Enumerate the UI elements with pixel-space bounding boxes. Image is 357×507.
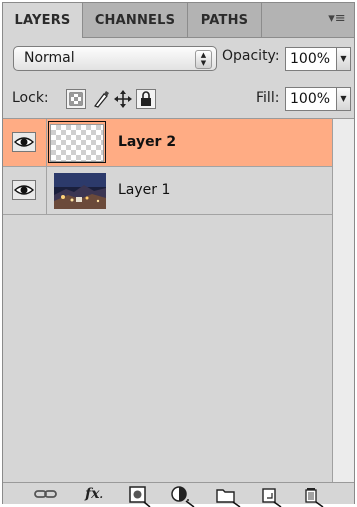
trash-icon[interactable] <box>301 485 327 507</box>
opacity-input[interactable]: 100% <box>285 47 337 71</box>
layer-thumbnail <box>54 173 106 209</box>
lock-all-icon[interactable] <box>136 89 156 109</box>
layer-name: Layer 2 <box>118 134 177 150</box>
layer-thumbnail <box>50 124 104 162</box>
tab-layers[interactable]: LAYERS <box>3 3 83 38</box>
lock-position-icon[interactable] <box>113 89 133 109</box>
tab-paths[interactable]: PATHS <box>188 3 262 37</box>
fill-label: Fill: <box>256 90 280 106</box>
new-group-icon[interactable] <box>214 485 242 507</box>
lock-label: Lock: <box>12 90 49 106</box>
layer-row[interactable]: Layer 1 <box>3 167 332 215</box>
layers-panel: LAYERS CHANNELS PATHS ▾≡ Normal ▲ ▼ Opaci… <box>2 2 355 507</box>
layers-scrollbar[interactable] <box>332 118 354 482</box>
tab-channels[interactable]: CHANNELS <box>83 3 188 37</box>
fx-icon[interactable]: fx. <box>79 485 109 503</box>
adjustment-layer-icon[interactable] <box>169 485 197 507</box>
visibility-cell <box>3 167 47 214</box>
opacity-dropdown-button[interactable]: ▼ <box>336 47 351 71</box>
layer-row[interactable]: Layer 2 <box>3 119 332 167</box>
layer-name: Layer 1 <box>118 182 171 198</box>
panel-tab-bar: LAYERS CHANNELS PATHS ▾≡ <box>3 3 354 38</box>
new-layer-icon[interactable] <box>259 485 285 507</box>
updown-arrows-icon: ▲ ▼ <box>195 50 212 69</box>
link-layers-icon[interactable] <box>33 485 59 503</box>
opacity-label: Opacity: <box>222 48 280 64</box>
lock-transparent-pixels-icon[interactable] <box>66 89 86 109</box>
eye-icon[interactable] <box>12 180 36 200</box>
visibility-cell <box>3 119 47 166</box>
eye-icon[interactable] <box>12 132 36 152</box>
fill-input[interactable]: 100% <box>285 87 337 111</box>
fill-dropdown-button[interactable]: ▼ <box>336 87 351 111</box>
add-mask-icon[interactable] <box>127 485 151 507</box>
layers-list: Layer 2 Layer 1 <box>3 118 332 483</box>
layers-footer-toolbar: fx. <box>3 482 354 507</box>
fx-label: fx <box>85 486 100 502</box>
panel-menu-icon[interactable]: ▾≡ <box>328 11 346 27</box>
lock-image-pixels-icon[interactable] <box>91 89 111 109</box>
blend-mode-select[interactable]: Normal ▲ ▼ <box>13 46 217 71</box>
blend-mode-value: Normal <box>24 50 75 66</box>
